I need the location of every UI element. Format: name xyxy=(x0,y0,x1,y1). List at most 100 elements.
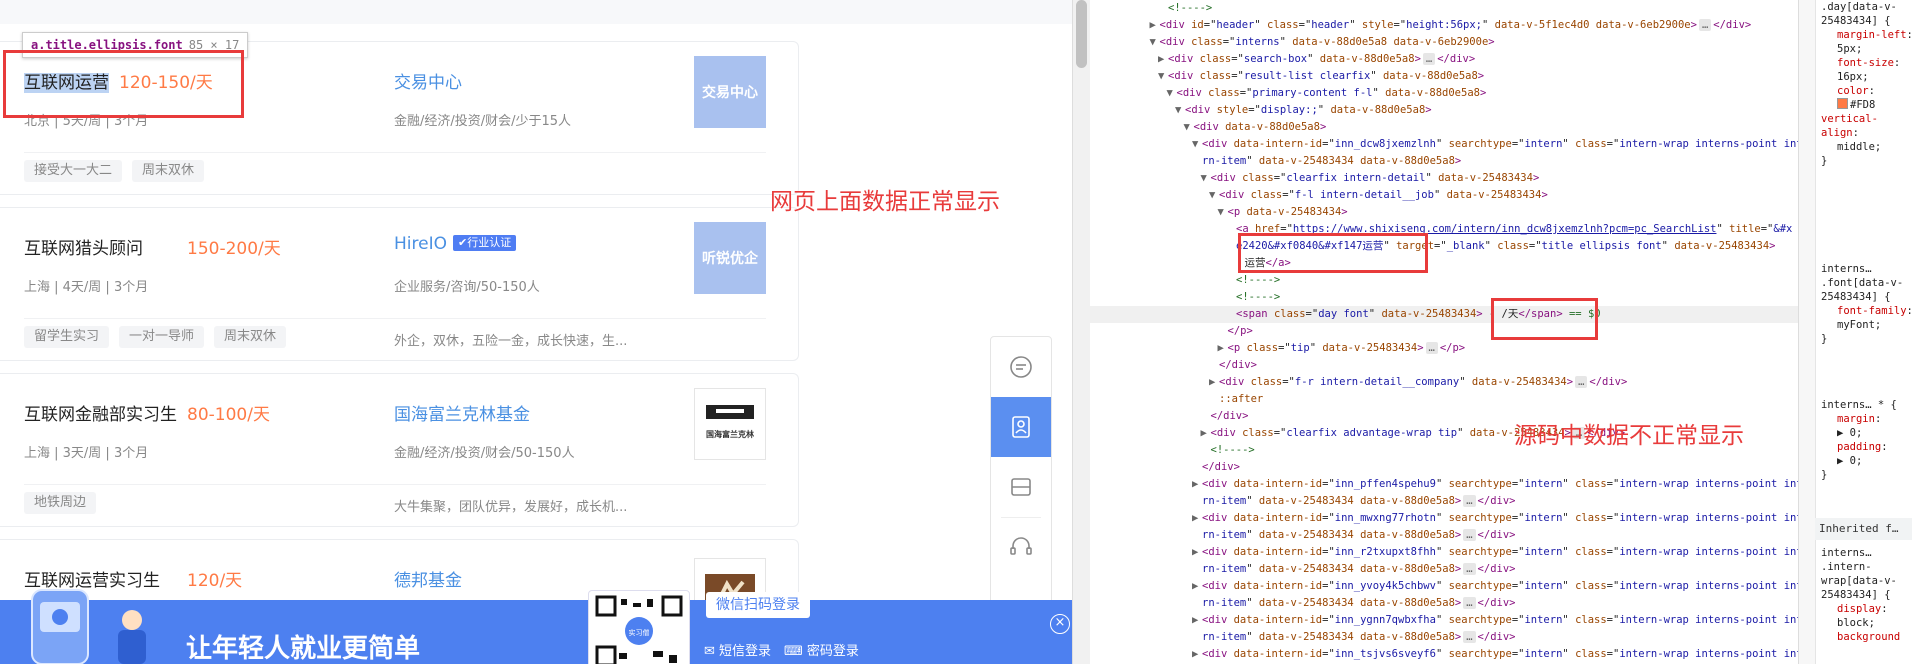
company-name[interactable]: 德邦基金 xyxy=(394,566,462,591)
dom-tree-node[interactable]: </div> xyxy=(1090,357,1798,374)
dom-tree-node[interactable]: ▼ <div class="result-list clearfix" data-… xyxy=(1090,68,1798,85)
collapse-triangle-icon[interactable]: ▼ xyxy=(1184,119,1194,136)
dom-tree-node[interactable]: <span class="day font" data-v-25483434> … xyxy=(1090,306,1798,323)
style-rule[interactable]: .day[data-v-25483434] { margin-left:5px;… xyxy=(1821,0,1912,168)
dom-tree-node[interactable]: ▼ <div class="primary-content f-l" data-v… xyxy=(1090,85,1798,102)
styles-scrollbar[interactable] xyxy=(1799,0,1816,664)
sms-login-link[interactable]: ✉ 短信登录 xyxy=(704,640,771,659)
expand-triangle-icon[interactable]: ▶ xyxy=(1209,374,1219,391)
dom-tree-node[interactable]: rn-item" data-v-25483434 data-v-88d0e5a8… xyxy=(1090,527,1798,544)
collapse-triangle-icon[interactable]: ▼ xyxy=(1192,136,1202,153)
expand-triangle-icon[interactable]: ▶ xyxy=(1201,425,1211,442)
scrollbar-thumb[interactable] xyxy=(1076,0,1087,68)
dom-tree-node[interactable]: ▶ <div id="header" class="header" style="… xyxy=(1090,17,1798,34)
dom-tree-node[interactable]: <!----> xyxy=(1090,289,1798,306)
collapse-triangle-icon[interactable]: ▼ xyxy=(1209,187,1219,204)
dom-tree-node[interactable]: ▼ <div data-intern-id="inn_dcw8jxemzlnh" … xyxy=(1090,136,1798,153)
dom-tree-node[interactable]: rn-item" data-v-25483434 data-v-88d0e5a8… xyxy=(1090,561,1798,578)
company-logo[interactable]: 听锐优企 xyxy=(694,222,766,294)
devtools-elements-panel[interactable]: … <!---->▶<div id="header" class="header… xyxy=(1090,0,1798,664)
inherited-section-header[interactable]: Inherited f… xyxy=(1815,518,1912,540)
dom-tree-node[interactable]: ▶ <div data-intern-id="inn_mwxng77rhotn" … xyxy=(1090,510,1798,527)
collapse-triangle-icon[interactable]: ▼ xyxy=(1201,170,1211,187)
dom-tree-node[interactable]: ▼ <p data-v-25483434> xyxy=(1090,204,1798,221)
expand-triangle-icon[interactable]: ▶ xyxy=(1192,578,1202,595)
page-scrollbar[interactable] xyxy=(1072,0,1091,664)
resume-button[interactable] xyxy=(991,397,1051,457)
dom-tree-node[interactable]: <!----> xyxy=(1090,272,1798,289)
dom-token: searchtype xyxy=(1448,512,1512,524)
style-rule[interactable]: interns… .intern-wrap[data-v-25483434] {… xyxy=(1821,546,1912,644)
dom-tree-node[interactable]: ▼ <div class="clearfix intern-detail" dat… xyxy=(1090,170,1798,187)
dom-tree-node[interactable]: rn-item" data-v-25483434 data-v-88d0e5a8… xyxy=(1090,153,1798,170)
dom-tree-node[interactable]: ▶ <div class="search-box" data-v-88d0e5a8… xyxy=(1090,51,1798,68)
close-icon[interactable]: × xyxy=(1050,614,1070,634)
dom-tree-node[interactable]: ▼ <div class="f-l intern-detail__job" dat… xyxy=(1090,187,1798,204)
style-rule[interactable]: interns… .font[data-v-25483434] { font-f… xyxy=(1821,262,1912,346)
company-logo[interactable]: 交易中心 xyxy=(694,56,766,128)
collapse-triangle-icon[interactable]: ▼ xyxy=(1150,34,1160,51)
wechat-login-tab[interactable]: 微信扫码登录 xyxy=(706,592,810,618)
ellipsis-expand-button[interactable]: … xyxy=(1698,19,1712,31)
expand-triangle-icon[interactable]: ▶ xyxy=(1158,51,1168,68)
dom-tree-node[interactable]: ▼ <div class="interns" data-v-88d0e5a8 da… xyxy=(1090,34,1798,51)
support-button[interactable] xyxy=(991,517,1051,577)
dom-tree-node[interactable]: ▶ <div data-intern-id="inn_tsjvs6sveyf6" … xyxy=(1090,646,1798,663)
company-name[interactable]: 国海富兰克林基金 xyxy=(394,400,530,425)
dom-token: </div> xyxy=(1477,495,1516,507)
messages-button[interactable] xyxy=(991,457,1051,517)
company-name[interactable]: 交易中心 xyxy=(394,68,462,93)
color-swatch[interactable] xyxy=(1837,98,1848,109)
ellipsis-expand-button[interactable]: … xyxy=(1425,342,1438,354)
dom-tree-node[interactable]: </div> xyxy=(1090,459,1798,476)
dom-tree-node[interactable]: 运营</a> xyxy=(1090,255,1798,272)
ellipsis-expand-button[interactable]: … xyxy=(1575,376,1588,388)
style-rule[interactable]: interns… * { margin: ▶ 0; padding: ▶ 0; } xyxy=(1821,398,1912,482)
dom-tree-node[interactable]: <!----> xyxy=(1090,0,1798,17)
dom-tree-node[interactable]: e2420&#xf0840&#xf147运营" target="_blank" … xyxy=(1090,238,1798,255)
job-title[interactable]: 互联网猎头顾问 xyxy=(24,234,143,259)
dom-tree-node[interactable]: ▶ <div data-intern-id="inn_ygnn7qwbxfha" … xyxy=(1090,612,1798,629)
collapse-triangle-icon[interactable]: ▼ xyxy=(1175,102,1185,119)
ellipsis-expand-button[interactable]: … xyxy=(1463,529,1476,541)
ellipsis-expand-button[interactable]: … xyxy=(1463,495,1476,507)
dom-tree-node[interactable]: rn-item" data-v-25483434 data-v-88d0e5a8… xyxy=(1090,629,1798,646)
dom-tree-node[interactable]: </p> xyxy=(1090,323,1798,340)
dom-tree-node[interactable]: ▶ <p class="tip" data-v-25483434>… </p> xyxy=(1090,340,1798,357)
company-name[interactable]: HireIO ✔行业认证 xyxy=(394,234,517,254)
collapse-triangle-icon[interactable]: ▼ xyxy=(1218,204,1228,221)
ellipsis-expand-button[interactable]: … xyxy=(1422,53,1436,65)
dom-tree-node[interactable]: rn-item" data-v-25483434 data-v-88d0e5a8… xyxy=(1090,493,1798,510)
dom-tree-node[interactable]: ▶ <div class="f-r intern-detail__company"… xyxy=(1090,374,1798,391)
expand-triangle-icon[interactable]: ▶ xyxy=(1192,510,1202,527)
company-logo[interactable]: 国海富兰克林 xyxy=(694,388,766,460)
expand-triangle-icon[interactable]: ▶ xyxy=(1218,340,1228,357)
ellipsis-expand-button[interactable]: … xyxy=(1463,563,1476,575)
ellipsis-expand-button[interactable]: … xyxy=(1463,631,1476,643)
job-title[interactable]: 互联网金融部实习生 xyxy=(24,400,177,425)
dom-tree-node[interactable]: ▶ <div data-intern-id="inn_pffen4spehu9" … xyxy=(1090,476,1798,493)
dom-token: =" xyxy=(1322,138,1335,150)
collapse-triangle-icon[interactable]: ▼ xyxy=(1167,85,1177,102)
expand-triangle-icon[interactable]: ▶ xyxy=(1192,476,1202,493)
dom-tree-node[interactable]: rn-item" data-v-25483434 data-v-88d0e5a8… xyxy=(1090,595,1798,612)
expand-triangle-icon[interactable]: ▶ xyxy=(1150,17,1160,34)
dom-tree-node[interactable]: ▼ <div style="display:;" data-v-88d0e5a8> xyxy=(1090,102,1798,119)
expand-triangle-icon[interactable]: ▶ xyxy=(1192,612,1202,629)
dom-tree-node[interactable]: ▶ <div data-intern-id="inn_r2txupxt8fhh" … xyxy=(1090,544,1798,561)
job-card[interactable]: 互联网猎头顾问 150-200/天 上海 | 4天/周 | 3个月 HireIO… xyxy=(0,207,799,361)
job-benefits: 外企，双休，五险一金，成长快速，生... xyxy=(394,334,628,349)
job-card[interactable]: 互联网金融部实习生 80-100/天 上海 | 3天/周 | 3个月 国海富兰克… xyxy=(0,373,799,527)
ellipsis-expand-button[interactable]: … xyxy=(1463,597,1476,609)
expand-triangle-icon[interactable]: ▶ xyxy=(1192,646,1202,663)
dom-tree-node[interactable]: ▶ <div data-intern-id="inn_yvoy4k5chbwv" … xyxy=(1090,578,1798,595)
login-qr-code[interactable]: 实习僧 xyxy=(588,590,690,664)
dom-tree-node[interactable]: ::after xyxy=(1090,391,1798,408)
feedback-button[interactable] xyxy=(991,337,1051,397)
expand-triangle-icon[interactable]: ▶ xyxy=(1192,544,1202,561)
password-login-link[interactable]: ⌨ 密码登录 xyxy=(784,640,859,659)
dom-tree-node[interactable]: ▼ <div data-v-88d0e5a8> xyxy=(1090,119,1798,136)
dom-tree-node[interactable]: <a href="https://www.shixiseng.com/inter… xyxy=(1090,221,1798,238)
devtools-styles-panel[interactable]: .day[data-v-25483434] { margin-left:5px;… xyxy=(1798,0,1912,664)
collapse-triangle-icon[interactable]: ▼ xyxy=(1158,68,1168,85)
